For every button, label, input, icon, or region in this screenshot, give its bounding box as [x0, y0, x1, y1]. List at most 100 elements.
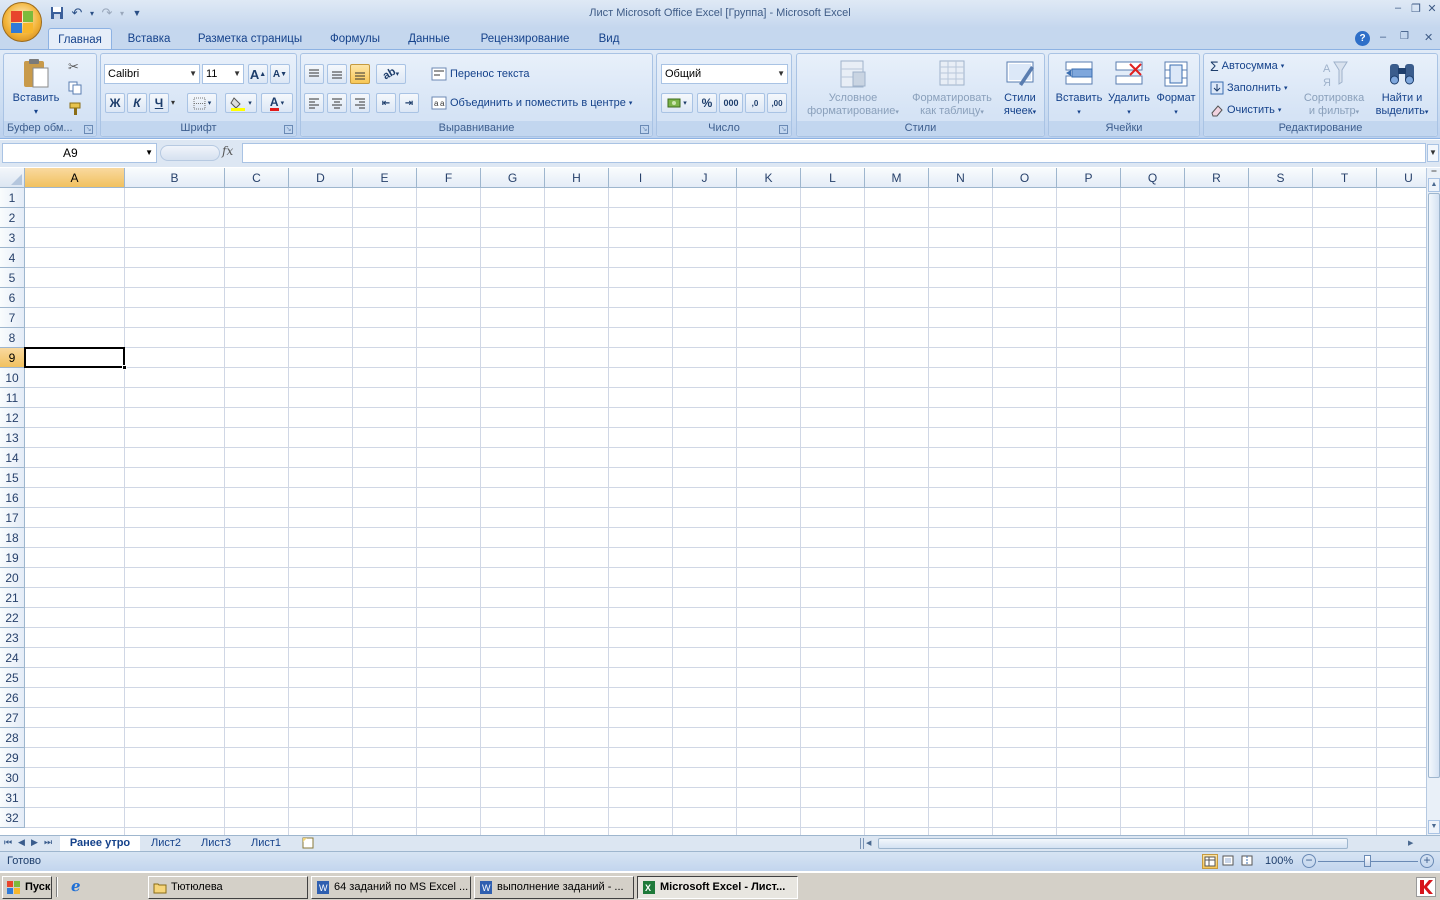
taskbar-item-active[interactable]: X Microsoft Excel - Лист... — [637, 876, 798, 899]
minimize-button[interactable]: – — [1388, 2, 1408, 18]
column-header[interactable]: R — [1185, 168, 1249, 188]
column-header[interactable]: D — [289, 168, 353, 188]
percent-button[interactable]: % — [697, 93, 717, 113]
insert-cells-button[interactable]: Вставить ▾ — [1053, 58, 1105, 119]
insert-function-button[interactable]: fx — [222, 144, 233, 158]
workbook-close-button[interactable]: ✕ — [1424, 31, 1433, 44]
prev-sheet-icon[interactable]: ◀ — [18, 837, 25, 848]
column-header[interactable]: P — [1057, 168, 1121, 188]
paste-button[interactable]: Вставить ▾ — [10, 58, 62, 118]
worksheet-grid[interactable]: ABCDEFGHIJKLMNOPQRSTU 1 2 3 4 5 6 7 8 9 10 11 12 13 1… — [0, 168, 1426, 835]
tab-page-layout[interactable]: Разметка страницы — [188, 28, 312, 50]
merge-center-button[interactable]: a a Объединить и поместить в центре ▾ — [431, 93, 632, 113]
format-painter-icon[interactable] — [68, 102, 82, 116]
shrink-font-button[interactable]: A ▼ — [270, 64, 290, 84]
column-header[interactable]: H — [545, 168, 609, 188]
zoom-out-icon[interactable]: − — [1302, 854, 1316, 868]
align-left-button[interactable] — [304, 93, 324, 113]
select-all-button[interactable] — [0, 168, 25, 188]
column-header[interactable]: Q — [1121, 168, 1185, 188]
italic-button[interactable]: К — [127, 93, 147, 113]
fill-handle[interactable] — [122, 365, 127, 370]
fill-button[interactable]: Заполнить ▾ — [1210, 78, 1288, 98]
underline-button[interactable]: Ч — [149, 93, 169, 113]
currency-format-button[interactable]: ▾ — [661, 93, 693, 113]
start-button[interactable]: Пуск — [2, 876, 52, 899]
sheet-tab[interactable]: Ранее утро — [60, 836, 140, 851]
increase-indent-button[interactable]: ⇥ — [399, 93, 419, 113]
antivirus-tray-icon[interactable] — [1416, 877, 1436, 897]
scroll-left-icon[interactable]: ◀ — [866, 837, 876, 850]
column-header[interactable]: O — [993, 168, 1057, 188]
column-header[interactable]: C — [225, 168, 289, 188]
row-header[interactable]: 7 — [0, 308, 25, 328]
align-center-button[interactable] — [327, 93, 347, 113]
page-layout-view-icon[interactable] — [1221, 854, 1237, 869]
row-header[interactable]: 28 — [0, 728, 25, 748]
row-header[interactable]: 27 — [0, 708, 25, 728]
formula-input[interactable] — [242, 143, 1426, 163]
row-header[interactable]: 2 — [0, 208, 25, 228]
underline-dropdown-icon[interactable]: ▾ — [171, 98, 175, 107]
next-sheet-icon[interactable]: ▶ — [31, 837, 38, 848]
internet-explorer-icon[interactable]: ℯ — [71, 879, 87, 895]
normal-view-icon[interactable] — [1202, 854, 1218, 869]
align-top-button[interactable] — [304, 64, 324, 84]
row-header[interactable]: 18 — [0, 528, 25, 548]
cell-styles-button[interactable]: Стили ячеек▾ — [997, 58, 1043, 119]
number-launcher-icon[interactable]: ↘ — [779, 125, 788, 134]
font-launcher-icon[interactable]: ↘ — [284, 125, 293, 134]
copy-icon[interactable] — [68, 81, 82, 95]
row-header[interactable]: 13 — [0, 428, 25, 448]
row-header[interactable]: 24 — [0, 648, 25, 668]
delete-cells-button[interactable]: Удалить ▾ — [1105, 58, 1153, 119]
row-header[interactable]: 25 — [0, 668, 25, 688]
font-color-button[interactable]: A ▾ — [261, 93, 293, 113]
row-header[interactable]: 29 — [0, 748, 25, 768]
active-cell[interactable] — [24, 347, 127, 370]
row-header[interactable]: 11 — [0, 388, 25, 408]
thousands-button[interactable]: 000 — [719, 93, 743, 113]
row-header[interactable]: 16 — [0, 488, 25, 508]
tab-split-handle[interactable] — [860, 838, 864, 849]
tab-view[interactable]: Вид — [588, 28, 630, 50]
page-break-view-icon[interactable] — [1240, 854, 1256, 869]
decrease-indent-button[interactable]: ⇤ — [376, 93, 396, 113]
column-header[interactable]: S — [1249, 168, 1313, 188]
column-header[interactable]: N — [929, 168, 993, 188]
alignment-launcher-icon[interactable]: ↘ — [640, 125, 649, 134]
taskbar-item[interactable]: W выполнение заданий - ... — [474, 876, 634, 899]
grow-font-button[interactable]: A ▲ — [248, 64, 268, 84]
column-header[interactable]: U — [1377, 168, 1426, 188]
column-header[interactable]: K — [737, 168, 801, 188]
row-header[interactable]: 32 — [0, 808, 25, 828]
taskbar-item[interactable]: W 64 заданий по MS Excel ... — [311, 876, 471, 899]
zoom-level[interactable]: 100% — [1265, 855, 1293, 867]
horizontal-scroll-thumb[interactable] — [878, 838, 1348, 849]
row-header[interactable]: 9 — [0, 348, 25, 368]
row-header[interactable]: 22 — [0, 608, 25, 628]
sheet-tab[interactable]: Лист3 — [192, 836, 240, 851]
tab-data[interactable]: Данные — [398, 28, 460, 50]
row-header[interactable]: 17 — [0, 508, 25, 528]
column-header[interactable]: B — [125, 168, 225, 188]
insert-sheet-icon[interactable] — [300, 837, 316, 849]
column-header[interactable]: A — [25, 168, 125, 188]
align-right-button[interactable] — [350, 93, 370, 113]
align-middle-button[interactable] — [327, 64, 347, 84]
vertical-scroll-thumb[interactable] — [1428, 193, 1440, 778]
row-header[interactable]: 14 — [0, 448, 25, 468]
workbook-restore-button[interactable]: ❐ — [1400, 31, 1409, 42]
row-header[interactable]: 3 — [0, 228, 25, 248]
increase-decimal-button[interactable]: ,0 — [745, 93, 765, 113]
tab-review[interactable]: Рецензирование — [470, 28, 580, 50]
row-header[interactable]: 26 — [0, 688, 25, 708]
tab-formulas[interactable]: Формулы — [320, 28, 390, 50]
taskbar-item[interactable]: Тютюлева — [148, 876, 308, 899]
column-header[interactable]: J — [673, 168, 737, 188]
office-button[interactable] — [2, 2, 42, 42]
row-header[interactable]: 21 — [0, 588, 25, 608]
sheet-tab[interactable]: Лист1 — [242, 836, 290, 851]
row-header[interactable]: 19 — [0, 548, 25, 568]
zoom-in-icon[interactable]: + — [1420, 854, 1434, 868]
